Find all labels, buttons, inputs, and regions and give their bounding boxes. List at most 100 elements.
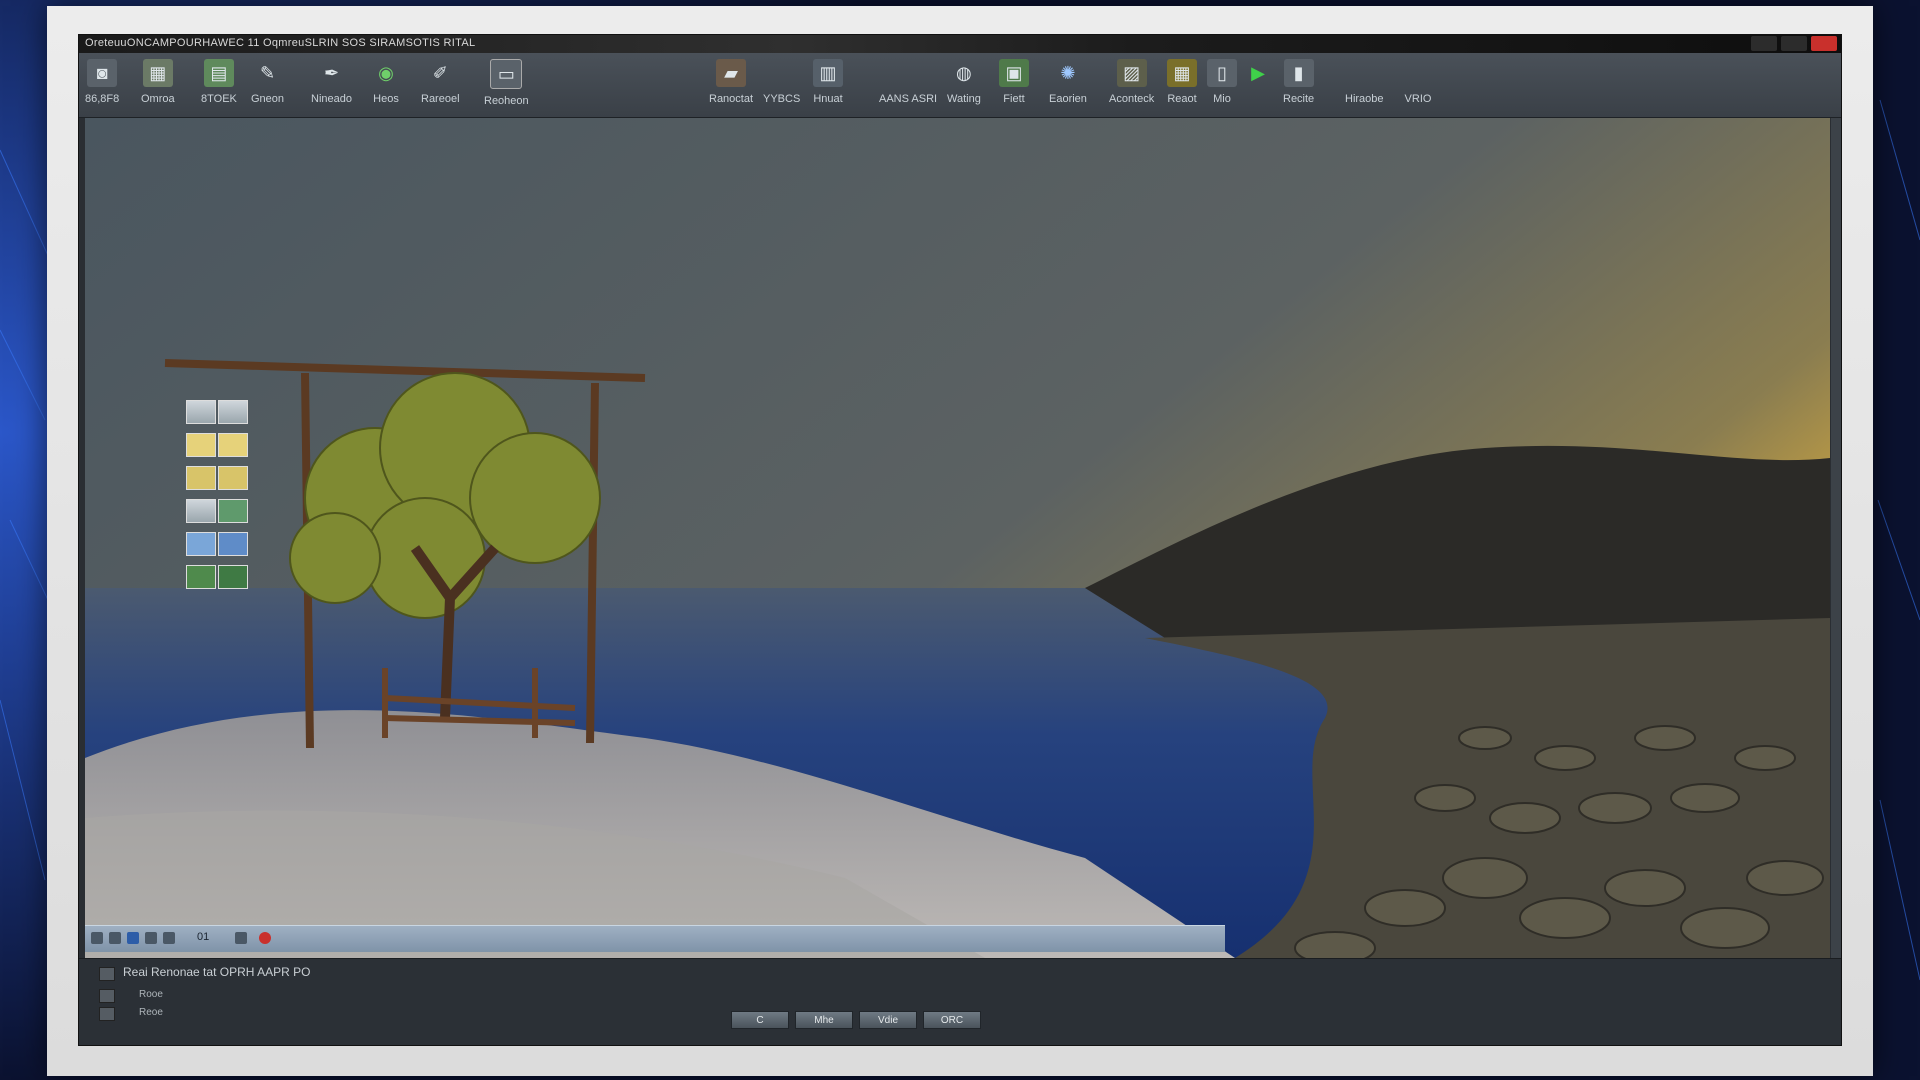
chart-icon: ▦ (1167, 59, 1197, 87)
shortcut-icon[interactable] (186, 400, 216, 424)
shortcut-icon[interactable] (218, 433, 248, 457)
bottom-panel: Reai Renonae tat OPRH AAPR PO Rooe Reoe … (79, 958, 1841, 1045)
shortcut-icon[interactable] (186, 532, 216, 556)
toolbar-label: Eaorien (1049, 93, 1087, 105)
toolbar-item-6[interactable]: ◉ Heos (371, 59, 401, 106)
film-icon: ▯ (1207, 59, 1237, 87)
shortcut-icon[interactable] (218, 466, 248, 490)
toolbar-item-22[interactable]: VRIO (1403, 59, 1433, 105)
toolbar-label: Rareoel (421, 93, 460, 105)
toolbar-item-4[interactable]: ✎ Gneon (251, 59, 285, 106)
toolbar-label: AANS ASRI (879, 93, 938, 105)
vertical-scrollbar[interactable] (1831, 118, 1841, 958)
image-icon: ▨ (1116, 59, 1147, 87)
toolbar-item-3[interactable]: ▤ 8TOEK (201, 59, 237, 105)
toolbar-item-14[interactable]: ▣ Fiett (999, 59, 1029, 105)
grid-icon: ▦ (142, 59, 173, 87)
strip-counter: 01 (197, 931, 210, 943)
text-icon (893, 59, 923, 87)
play-icon: ▶ (1251, 62, 1265, 83)
layers-icon: ▤ (203, 59, 234, 87)
toolbar-label: 8TOEK (201, 93, 237, 105)
application-window: OreteuuONCAMPOURHAWEC 11 OqmreuSLRIN SOS… (78, 34, 1842, 1046)
panel-icon: ▥ (813, 59, 843, 87)
shortcut-icon[interactable] (186, 499, 216, 523)
strip-icon[interactable] (91, 932, 103, 944)
globe-icon: ◍ (956, 62, 972, 83)
toolbar-item-16[interactable]: ▨ Aconteck (1109, 59, 1154, 105)
toolbar-label: Recite (1283, 93, 1315, 105)
toolbar-item-20[interactable]: ▮ Recite (1283, 59, 1314, 105)
scene-viewport[interactable] (85, 118, 1830, 958)
sparkle-icon: ✺ (1060, 62, 1076, 83)
shortcut-icon[interactable] (218, 400, 248, 424)
panel-checkbox[interactable] (99, 1007, 115, 1021)
strip-icon[interactable] (235, 932, 247, 944)
panel-button-1[interactable]: C (731, 1011, 789, 1029)
brush-icon: ✎ (259, 62, 276, 83)
monitor-icon: ▭ (490, 59, 523, 89)
record-icon[interactable] (259, 932, 271, 944)
toolbar-item-2[interactable]: ▦ Omroa (141, 59, 175, 105)
close-button[interactable] (1811, 36, 1837, 51)
pen-icon: ✒ (323, 62, 340, 83)
panel-button-2[interactable]: Mhe (795, 1011, 853, 1029)
panel-header: Reai Renonae tat OPRH AAPR PO (123, 965, 311, 979)
blank-icon (1349, 59, 1379, 87)
toolbar-label: YYBCS (763, 93, 801, 105)
panel-row: Reoe (139, 1007, 163, 1018)
camera-icon: ◙ (87, 59, 118, 87)
toolbar-item-12[interactable]: AANS ASRI (879, 59, 937, 105)
toolbar-item-15[interactable]: ✺ Eaorien (1049, 59, 1087, 106)
shortcut-icon[interactable] (218, 532, 248, 556)
landscape-scene (85, 118, 1830, 958)
toolbar-item-18[interactable]: ▯ Mio (1207, 59, 1237, 105)
toolbar-label: Wating (947, 93, 981, 105)
toolbar-item-17[interactable]: ▦ Reaot (1167, 59, 1197, 105)
toolbar-item-9[interactable]: ▰ Ranoctat (709, 59, 753, 105)
toolbar-label: Mio (1213, 93, 1231, 105)
device-icon: ▮ (1283, 59, 1314, 87)
strip-icon[interactable] (163, 932, 175, 944)
shortcut-icon[interactable] (218, 499, 248, 523)
circle-icon: ◉ (378, 62, 394, 83)
toolbar-item-21[interactable]: Hiraobe (1345, 59, 1384, 105)
main-toolbar: ◙ 86,8F8 ▦ Omroa ▤ 8TOEK ✎ Gneon ✒ Ninea… (79, 53, 1841, 118)
panel-row: Rooe (139, 989, 163, 1000)
toolbar-label: Reaot (1167, 93, 1197, 105)
shortcut-icon[interactable] (186, 433, 216, 457)
shortcut-icon[interactable] (186, 466, 216, 490)
strip-icon[interactable] (127, 932, 139, 944)
toolbar-item-19[interactable]: ▶ (1243, 59, 1273, 93)
panel-checkbox[interactable] (99, 989, 115, 1003)
window-title: OreteuuONCAMPOURHAWEC 11 OqmreuSLRIN SOS… (85, 37, 476, 49)
toolbar-item-5[interactable]: ✒ Nineado (311, 59, 352, 106)
folder-icon: ▰ (716, 59, 747, 87)
title-bar[interactable]: OreteuuONCAMPOURHAWEC 11 OqmreuSLRIN SOS… (79, 35, 1841, 53)
panel-button-3[interactable]: Vdie (859, 1011, 917, 1029)
restore-button[interactable] (1781, 36, 1807, 51)
toolbar-label: Reoheon (484, 95, 529, 107)
pencil-icon: ✐ (432, 62, 448, 83)
strip-icon[interactable] (109, 932, 121, 944)
toolbar-item-7[interactable]: ✐ Rareoel (421, 59, 460, 106)
blank-icon (1403, 59, 1433, 87)
toolbar-label: Omroa (141, 93, 175, 105)
map-icon: ▣ (999, 59, 1029, 87)
shortcut-icon[interactable] (218, 565, 248, 589)
toolbar-label: Gneon (251, 93, 285, 105)
toolbar-item-10[interactable]: YYBCS (763, 59, 800, 105)
toolbar-label: VRIO (1404, 93, 1432, 105)
panel-checkbox[interactable] (99, 967, 115, 981)
toolbar-label: Aconteck (1109, 93, 1155, 105)
desktop-shortcut-panel (185, 398, 249, 596)
toolbar-item-11[interactable]: ▥ Hnuat (813, 59, 843, 105)
minimize-button[interactable] (1751, 36, 1777, 51)
toolbar-item-1[interactable]: ◙ 86,8F8 (85, 59, 119, 105)
toolbar-item-8[interactable]: ▭ Reoheon (484, 59, 529, 107)
shortcut-icon[interactable] (186, 565, 216, 589)
strip-icon[interactable] (145, 932, 157, 944)
toolbar-label: Ranoctat (709, 93, 754, 105)
toolbar-item-13[interactable]: ◍ Wating (947, 59, 981, 106)
panel-button-4[interactable]: ORC (923, 1011, 981, 1029)
